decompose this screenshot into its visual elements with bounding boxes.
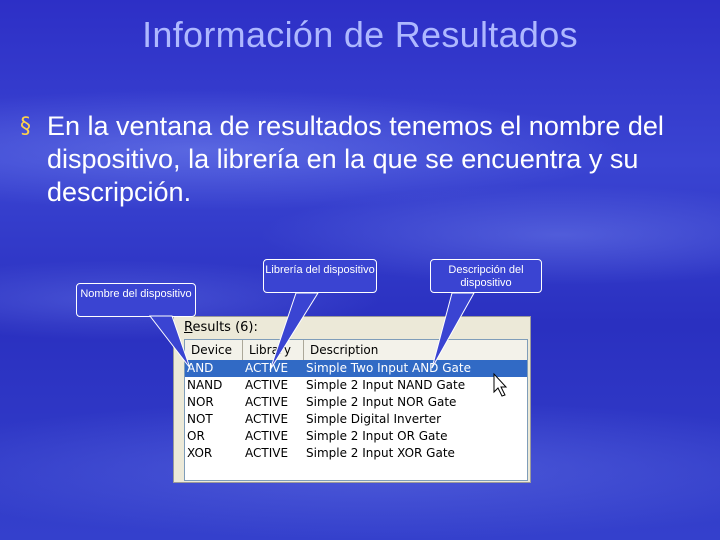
callout-pointer-device [148, 315, 191, 369]
callout-pointer-library [269, 292, 319, 371]
arrow-cursor-icon [493, 372, 508, 397]
callout-pointer-description [431, 292, 475, 369]
callout-pointers [148, 292, 508, 397]
